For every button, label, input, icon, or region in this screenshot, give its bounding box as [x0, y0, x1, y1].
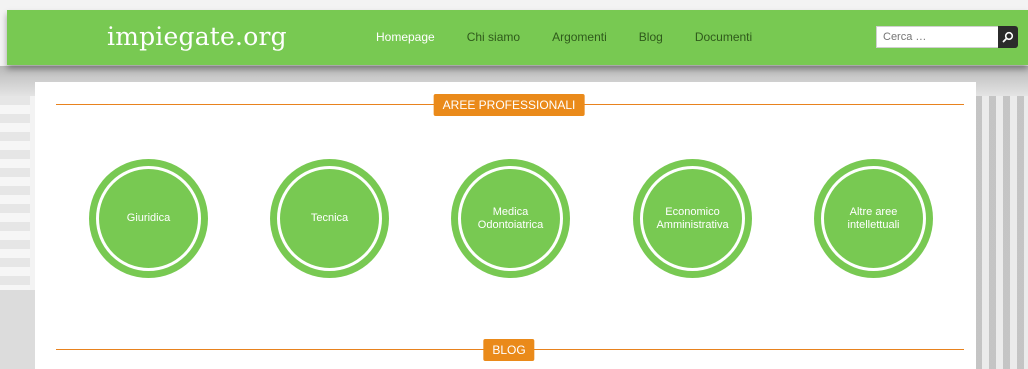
nav-argomenti[interactable]: Argomenti — [552, 30, 607, 44]
background-stripes-right — [975, 96, 1028, 369]
area-label: Altre aree intellettuali — [847, 205, 900, 231]
content-panel: AREE PROFESSIONALI Giuridica Tecnica Med… — [35, 82, 976, 369]
area-altre-aree[interactable]: Altre aree intellettuali — [814, 159, 933, 278]
area-tecnica[interactable]: Tecnica — [270, 159, 389, 278]
section-title-blog: BLOG — [483, 339, 535, 361]
nav-homepage[interactable]: Homepage — [376, 30, 435, 44]
main-nav: Homepage Chi siamo Argomenti Blog Docume… — [376, 30, 784, 44]
background-block — [0, 290, 40, 369]
area-label: Medica Odontoiatrica — [477, 205, 544, 231]
section-title-areas: AREE PROFESSIONALI — [433, 94, 585, 116]
search-form — [876, 26, 1018, 48]
search-input[interactable] — [876, 26, 998, 48]
area-label: Giuridica — [126, 212, 171, 224]
nav-documenti[interactable]: Documenti — [695, 30, 752, 44]
site-logo[interactable]: impiegate.org — [107, 22, 287, 51]
nav-chi-siamo[interactable]: Chi siamo — [467, 30, 520, 44]
site-header: impiegate.org Homepage Chi siamo Argomen… — [7, 10, 1028, 65]
area-giuridica[interactable]: Giuridica — [89, 159, 208, 278]
search-icon — [1002, 31, 1014, 43]
area-economico-amministrativa[interactable]: Economico Amministrativa — [633, 159, 752, 278]
area-medica-odontoiatrica[interactable]: Medica Odontoiatrica — [451, 159, 570, 278]
search-button[interactable] — [998, 26, 1018, 48]
areas-list: Giuridica Tecnica Medica Odontoiatrica E… — [35, 159, 976, 279]
nav-blog[interactable]: Blog — [639, 30, 663, 44]
area-label: Economico Amministrativa — [656, 205, 729, 231]
area-label: Tecnica — [310, 212, 349, 224]
